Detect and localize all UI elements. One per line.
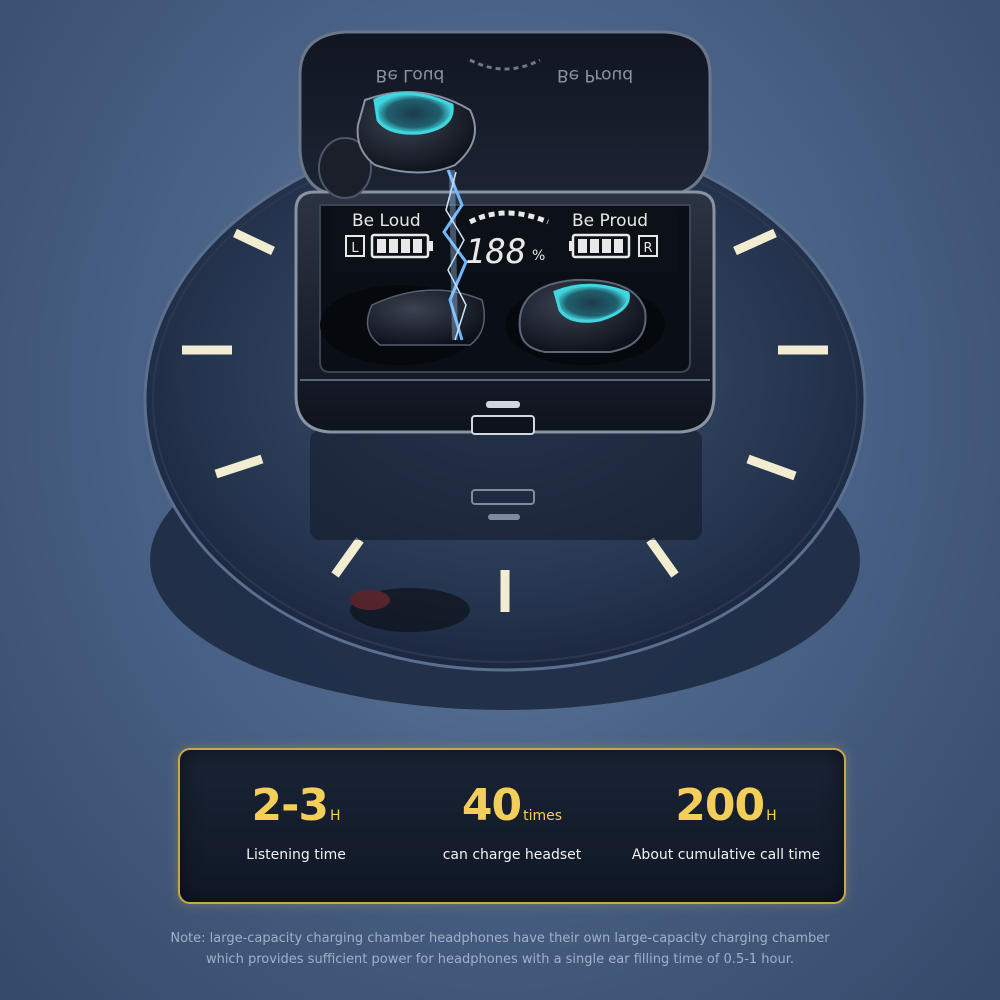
stat-call-time: 200 H About cumulative call time — [616, 780, 836, 863]
stat-value: 2-3 — [251, 780, 328, 831]
stat-caption: Listening time — [246, 847, 346, 863]
lcd-right-channel: R — [643, 241, 652, 256]
stat-unit: times — [523, 808, 563, 824]
stat-unit: H — [766, 808, 777, 824]
footnote-line-2: which provides sufficient power for head… — [205, 952, 795, 967]
stat-caption: can charge headset — [442, 847, 582, 863]
earbud-reflection — [350, 588, 470, 632]
lcd-left-channel: L — [351, 241, 359, 256]
lcd-left-text: Be Loud — [352, 211, 421, 231]
right-earbud — [518, 278, 647, 353]
footnote: Note: large-capacity charging chamber he… — [60, 928, 940, 970]
stat-listening-time: 2-3 H Listening time — [186, 780, 406, 863]
stat-unit: H — [329, 808, 341, 824]
stat-value: 40 — [461, 780, 522, 831]
stat-caption: About cumulative call time — [631, 847, 821, 863]
lid-mirror-left-text: Be Loud — [376, 65, 445, 85]
lcd-display: Be Loud Be Proud L 188 % R — [332, 208, 678, 272]
stat-charge-times: 40 times can charge headset — [402, 780, 622, 863]
lcd-percent-sign: % — [532, 248, 545, 264]
stat-value: 200 — [675, 780, 765, 831]
lcd-right-text: Be Proud — [572, 211, 648, 231]
specs-panel: 2-3 H Listening time 40 times can charge h… — [178, 748, 846, 904]
lcd-battery-digits: 188 — [465, 232, 526, 272]
case-reflection — [310, 430, 702, 540]
footnote-line-1: Note: large-capacity charging chamber he… — [170, 931, 830, 946]
lid-mirror-right-text: Be Proud — [557, 65, 633, 85]
